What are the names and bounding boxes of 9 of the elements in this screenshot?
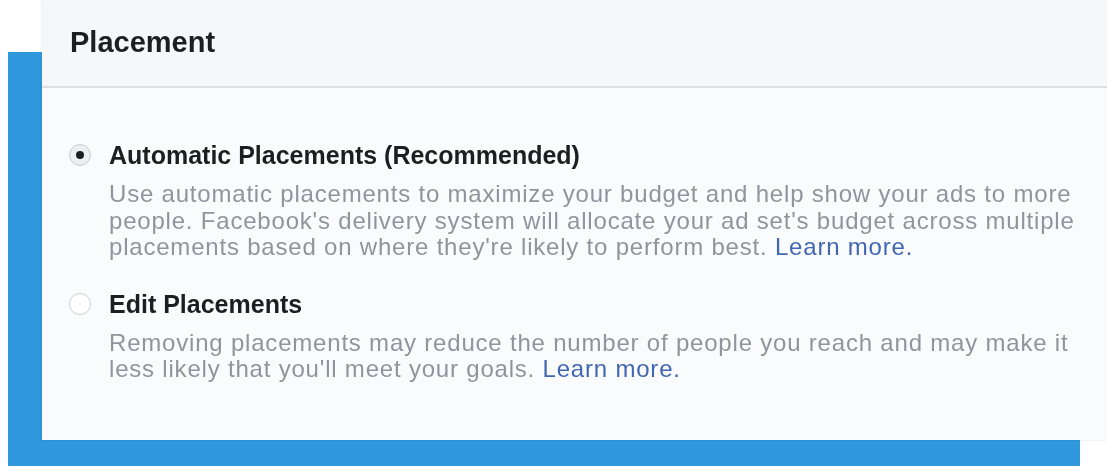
learn-more-link[interactable]: Learn more. [542,355,681,382]
option-description: Removing placements may reduce the number of people you reach and may make it less likely that you'll meet your goals. Learn more. [109,329,1070,383]
radio-button[interactable] [69,144,91,166]
learn-more-link[interactable]: Learn more. [774,233,914,260]
option-label: Edit Placements [109,288,304,319]
radio-button[interactable] [69,292,91,315]
option-description: Use automatic placements to maximize your budget and help show your ads to more people. Facebook's delivery system will allocate your ad set's budget across multiple placements based on where they're likely to perform best. Learn more. [109,181,1076,261]
panel-title: Placement [70,25,216,59]
option-label: Automatic Placements (Recommended) [109,140,581,170]
